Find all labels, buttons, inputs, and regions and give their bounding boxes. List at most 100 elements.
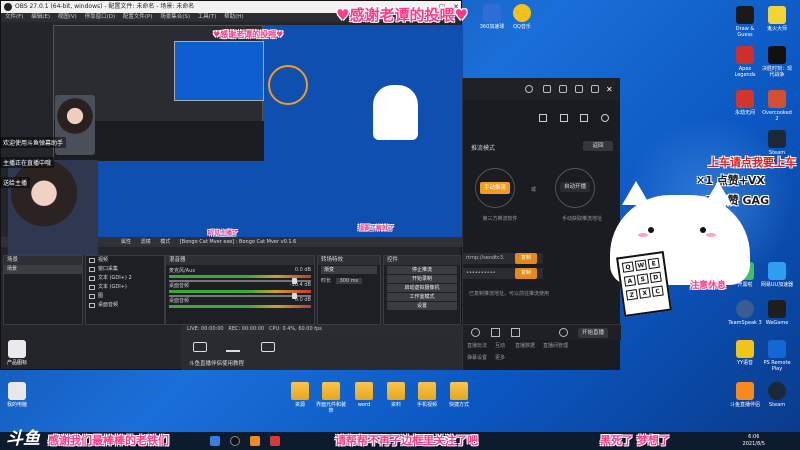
desktop-icon[interactable]: 决胜时刻：现代战争 xyxy=(760,46,794,78)
virtual-camera-button[interactable]: 启动虚拟摄像机 xyxy=(387,284,457,292)
tool-tab[interactable]: 直播间管理 xyxy=(543,342,568,349)
folder-item[interactable]: 界面元件和装饰 xyxy=(314,382,348,414)
close-icon[interactable]: ✕ xyxy=(606,85,614,94)
auto-start-button[interactable]: 自动开播 xyxy=(560,182,590,192)
clock-time: 6:06 xyxy=(748,434,760,440)
tool-tab[interactable]: 互动 xyxy=(495,342,505,349)
folder-item[interactable]: word xyxy=(347,382,381,408)
lock-icon[interactable] xyxy=(539,114,547,122)
obs-taskbar-icon[interactable] xyxy=(230,436,240,446)
desktop-icon[interactable]: Draw & Guess xyxy=(728,6,762,38)
ps-remote-icon xyxy=(768,340,786,358)
source-item[interactable]: 视频 xyxy=(86,256,164,265)
desktop-icon[interactable]: Overcooked 2 xyxy=(760,90,794,122)
menu-edit[interactable]: 编辑(E) xyxy=(31,14,50,20)
back-button[interactable]: 返回 xyxy=(583,141,613,151)
box-icon[interactable] xyxy=(559,114,568,122)
folder-item[interactable]: 资料 xyxy=(379,382,413,408)
menu-tools[interactable]: 工具(T) xyxy=(198,14,217,20)
speaker-icon[interactable] xyxy=(491,328,500,337)
source-item[interactable]: 窗口采集 xyxy=(86,265,164,274)
duration-input[interactable]: 300 ms xyxy=(335,278,363,284)
stop-streaming-button[interactable]: 停止推流 xyxy=(387,266,457,274)
bottom-right-overlay: 黑死了 梦想了 xyxy=(600,434,670,447)
computer-icon xyxy=(8,382,26,400)
studio-mode-button[interactable]: 工作室模式 xyxy=(387,293,457,301)
manual-push-button[interactable]: 手动推流 xyxy=(480,182,510,194)
desktop-icon[interactable]: Apex Legends xyxy=(728,46,762,78)
clock-date: 2021/8/5 xyxy=(742,441,765,447)
filters-button[interactable]: 滤镜 xyxy=(141,239,151,245)
menu-file[interactable]: 文件(F) xyxy=(5,14,23,20)
menu-docks[interactable]: 停靠窗口(D) xyxy=(85,14,116,20)
grid-icon[interactable] xyxy=(580,114,589,122)
chevron-up-icon[interactable] xyxy=(226,342,240,352)
live-icon[interactable] xyxy=(193,342,207,352)
skin-icon[interactable] xyxy=(575,85,583,93)
desktop-icon[interactable]: PS Remote Play xyxy=(760,340,794,372)
desktop-icon[interactable]: 产品图标 xyxy=(0,340,34,366)
start-live-button[interactable]: 开始直播 xyxy=(578,328,608,338)
taskbar-app-icon[interactable] xyxy=(210,436,220,446)
settings-button[interactable]: 设置 xyxy=(387,302,457,310)
tool-tab[interactable]: 弹幕设置 xyxy=(467,354,487,361)
douyu-taskbar-icon[interactable] xyxy=(250,436,260,446)
scene-item[interactable]: 场景 xyxy=(4,265,82,274)
properties-button[interactable]: 属性 xyxy=(121,239,131,245)
chat-icon[interactable] xyxy=(511,328,520,337)
menu-help[interactable]: 帮助(H) xyxy=(224,14,243,20)
desktop-icon[interactable]: YY语音 xyxy=(728,340,762,366)
desktop-icon[interactable]: QQ音乐 xyxy=(505,4,539,30)
menu-profile[interactable]: 配置文件(P) xyxy=(123,14,153,20)
menu-icon[interactable] xyxy=(591,85,599,93)
video-icon xyxy=(89,258,95,263)
mail-icon[interactable] xyxy=(559,85,567,93)
source-item[interactable]: 图 xyxy=(86,292,164,301)
mixer-channel[interactable]: 麦克风/Aux 0.0 dB xyxy=(166,265,314,284)
source-item[interactable]: 文本 (GDI+) 2 xyxy=(86,274,164,283)
folder-item[interactable]: 资源 xyxy=(283,382,317,408)
avatar[interactable] xyxy=(525,85,533,93)
desktop-icon[interactable]: 鬼火大师 xyxy=(760,6,794,32)
settings-gear-icon[interactable] xyxy=(559,328,568,337)
uu-icon xyxy=(768,262,786,280)
layers-icon[interactable] xyxy=(261,342,275,352)
desktop-icon[interactable]: 360加速球 xyxy=(475,4,509,30)
source-item[interactable]: 文本 (GDI+) xyxy=(86,283,164,292)
folder-item[interactable]: 快捷方式 xyxy=(442,382,476,408)
desktop-icon[interactable]: 斗鱼直播伴侣 xyxy=(728,382,762,408)
menu-scene-collection[interactable]: 场景集合(S) xyxy=(160,14,190,20)
menu-view[interactable]: 视图(V) xyxy=(58,14,77,20)
douyu-assistant-window[interactable]: ✕ 推流模式 返回 手动推流 或 自动开播 第三方推流软件 手动获取推流地址 r… xyxy=(462,78,621,370)
chat-message: 送给主播 xyxy=(0,177,31,188)
speed-ball-icon xyxy=(483,4,501,22)
copy-key-button[interactable]: 复制 xyxy=(515,268,537,279)
desktop-icon[interactable]: Steam xyxy=(760,382,794,408)
desktop-icon[interactable]: TeamSpeak 3 xyxy=(728,300,762,326)
clock[interactable]: 6:06 2021/8/5 xyxy=(743,434,765,448)
gift-icon[interactable] xyxy=(543,85,551,93)
share-icon[interactable] xyxy=(600,114,609,122)
taskbar-app-icon[interactable] xyxy=(270,436,280,446)
desktop-icon[interactable]: 永劫无间 xyxy=(728,90,762,116)
folder-item[interactable]: 手机视频 xyxy=(410,382,444,408)
obs-preview[interactable]: ♥感谢老谭的投喂♥ 想要了解就了 听见主播了 xyxy=(53,25,463,237)
source-item[interactable]: 桌面音频 xyxy=(86,301,164,310)
volume-slider[interactable] xyxy=(169,278,311,284)
text-icon xyxy=(89,276,95,281)
volume-slider[interactable] xyxy=(169,293,311,299)
tool-tab[interactable]: 更多 xyxy=(495,354,505,361)
desktop-icon[interactable]: Steam xyxy=(760,130,794,156)
desktop-icon[interactable]: 我的电脑 xyxy=(0,382,34,408)
mic-icon[interactable] xyxy=(471,328,480,337)
tool-tab[interactable]: 直播数据 xyxy=(515,342,535,349)
copy-server-button[interactable]: 复制 xyxy=(515,253,537,264)
dy-toolbar: 开始直播 xyxy=(463,324,621,340)
desktop-icon[interactable]: 网易UU加速器 xyxy=(760,262,794,288)
desktop-icon[interactable]: WeGame xyxy=(760,300,794,326)
start-recording-button[interactable]: 开始录制 xyxy=(387,275,457,283)
tutorial-label[interactable]: 斗鱼直播伴侣使用教程 xyxy=(189,359,244,367)
mixer-panel: 混音器 麦克风/Aux 0.0 dB 桌面音频 -10.4 dB 桌面音频 0.… xyxy=(165,255,315,325)
transition-select[interactable]: 渐变 xyxy=(321,266,377,274)
tool-tab[interactable]: 直播玩法 xyxy=(467,342,487,349)
